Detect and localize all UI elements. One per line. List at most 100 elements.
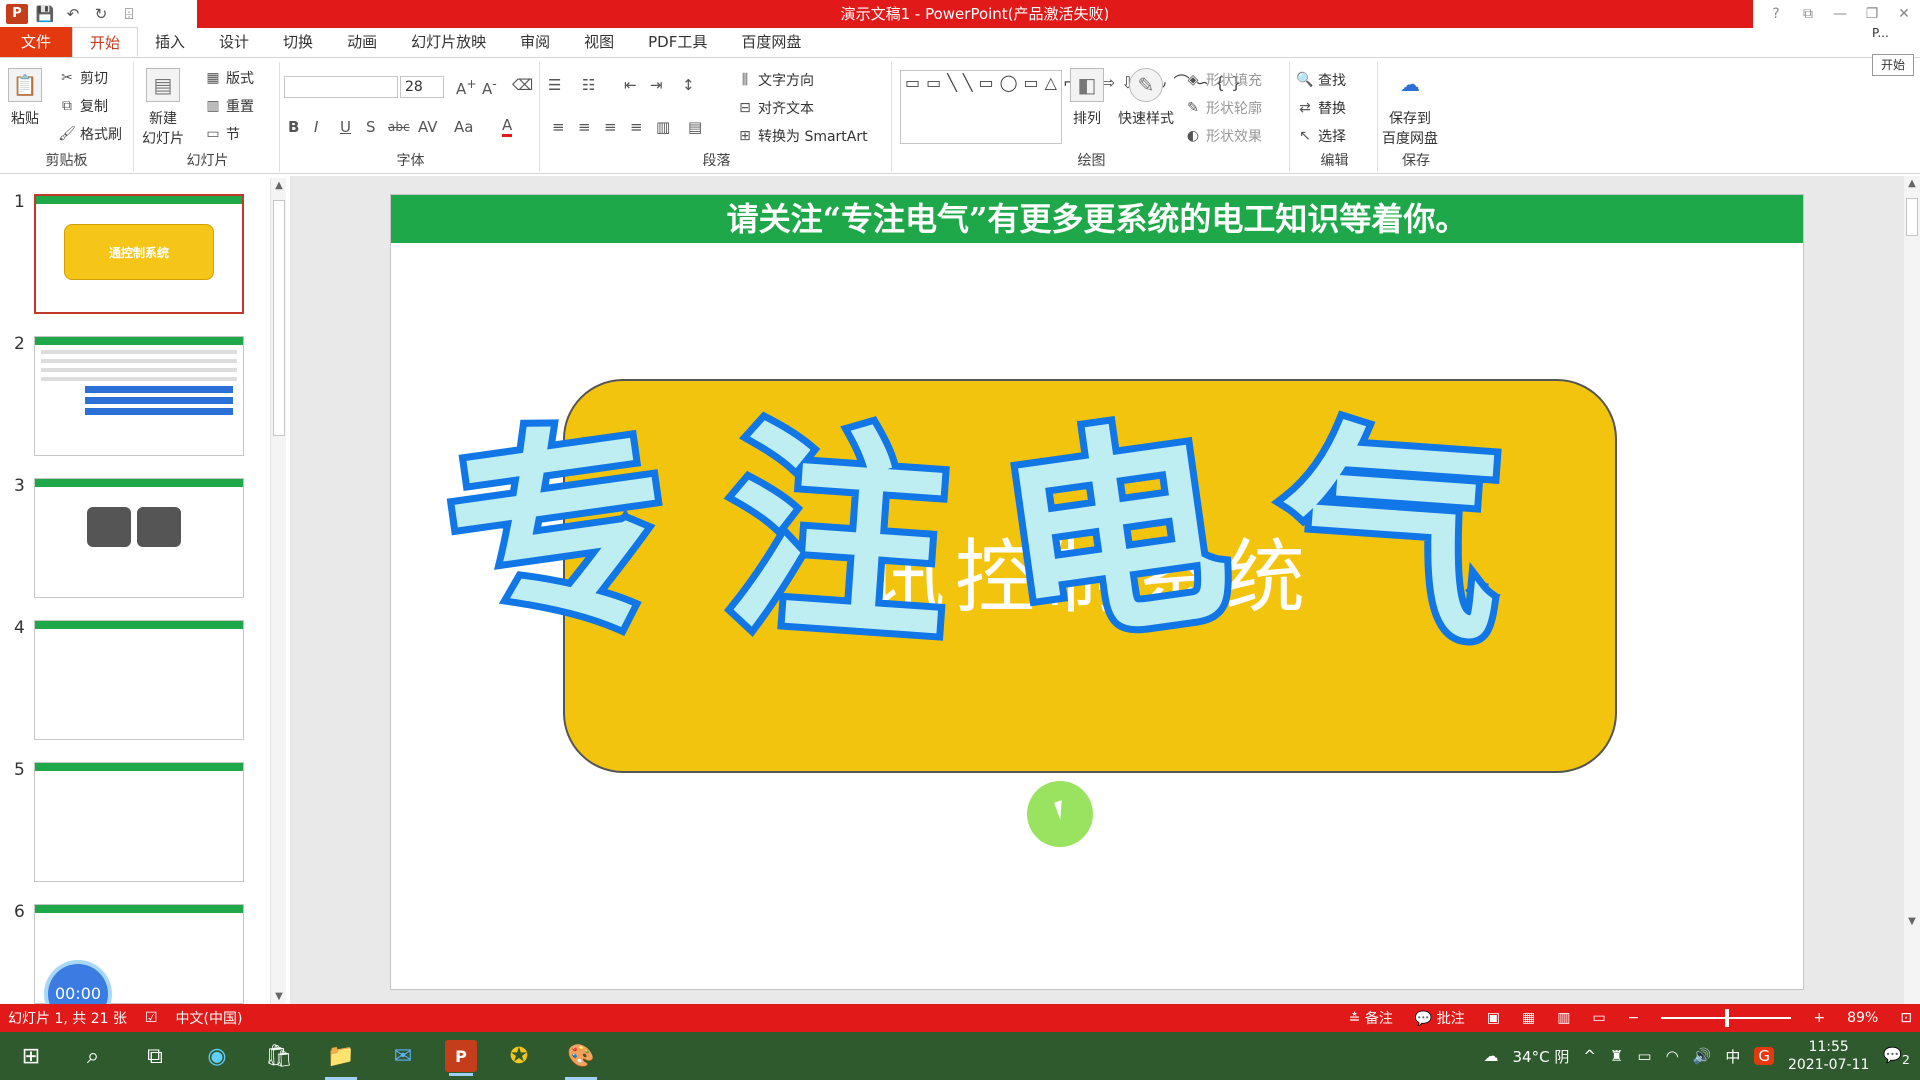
tab-baidu-disk[interactable]: 百度网盘 xyxy=(724,27,818,57)
shape-effects-button[interactable]: ◐ 形状效果 xyxy=(1184,126,1262,146)
ime-indicator[interactable]: 中 xyxy=(1725,1046,1740,1067)
tab-pdf-tools[interactable]: PDF工具 xyxy=(631,27,724,57)
text-direction-button[interactable]: ⫼ 文字方向 xyxy=(736,70,814,90)
clock[interactable]: 11:55 2021-07-11 xyxy=(1788,1038,1869,1074)
justify-icon[interactable]: ≡ xyxy=(630,118,643,136)
zoom-slider[interactable] xyxy=(1661,1009,1792,1027)
thumbnail-slide-1[interactable]: 通控制系统 xyxy=(34,194,244,314)
present-icon[interactable]: ⌹ xyxy=(118,4,140,24)
task-view-icon[interactable]: ⧉ xyxy=(135,1036,175,1076)
zoom-level[interactable]: 89% xyxy=(1847,1010,1878,1026)
strikethrough-button[interactable]: abc xyxy=(388,120,410,134)
shape-fill-button[interactable]: ◈ 形状填充 xyxy=(1184,70,1262,90)
shadow-button[interactable]: S xyxy=(366,118,376,136)
zoom-in-icon[interactable]: + xyxy=(1813,1010,1825,1026)
notification-icon[interactable]: 💬2 xyxy=(1883,1046,1910,1067)
reading-view-icon[interactable]: ▥ xyxy=(1557,1010,1570,1026)
thumbnail-slide-3[interactable] xyxy=(34,478,244,598)
columns-icon[interactable]: ▤ xyxy=(688,118,702,136)
numbering-icon[interactable]: ☷ xyxy=(582,76,595,94)
help-icon[interactable]: ? xyxy=(1760,0,1792,28)
select-button[interactable]: ↖ 选择 xyxy=(1296,126,1346,146)
thumbnail-slide-5[interactable] xyxy=(34,762,244,882)
ribbon-display-icon[interactable]: ⧉ xyxy=(1792,0,1824,28)
edge-icon[interactable]: ◉ xyxy=(197,1036,237,1076)
clear-format-icon[interactable]: ⌫ xyxy=(512,76,533,94)
tab-review[interactable]: 审阅 xyxy=(503,27,567,57)
find-button[interactable]: 🔍 查找 xyxy=(1296,70,1346,90)
paste-button[interactable]: 📋 粘贴 xyxy=(8,68,42,128)
layout-button[interactable]: ▦ 版式 xyxy=(204,68,254,88)
slide-banner[interactable]: 请关注“专注电气”有更多更系统的电工知识等着你。 xyxy=(391,195,1803,243)
redo-icon[interactable]: ↻ xyxy=(90,4,112,24)
windows-start-icon[interactable]: ⊞ xyxy=(11,1036,51,1076)
current-slide[interactable]: 请关注“专注电气”有更多更系统的电工知识等着你。 讯控制系统 专 注 电 气 xyxy=(390,194,1804,990)
shapes-gallery[interactable]: ▭▭╲╲▭◯▭△⌐⌐⇨⇩⌜∿⌒∽{} xyxy=(900,70,1241,144)
minimize-icon[interactable]: — xyxy=(1824,0,1856,28)
normal-view-icon[interactable]: ▣ xyxy=(1487,1010,1500,1026)
align-center-icon[interactable]: ≡ xyxy=(578,118,591,136)
battery-icon[interactable]: ▭ xyxy=(1637,1047,1651,1065)
paint-app-icon[interactable]: 🎨 xyxy=(561,1036,601,1080)
quick-styles-button[interactable]: ✎ 快速样式 xyxy=(1118,68,1174,128)
app-icon[interactable]: ✪ xyxy=(499,1036,539,1076)
slideshow-view-icon[interactable]: ▭ xyxy=(1592,1010,1605,1026)
search-icon[interactable]: ⌕ xyxy=(73,1036,113,1076)
align-left-icon[interactable]: ≡ xyxy=(552,118,565,136)
mini-window-label[interactable]: P... xyxy=(1872,26,1914,48)
store-icon[interactable]: 🛍 xyxy=(259,1036,299,1076)
replace-button[interactable]: ⇄ 替换 xyxy=(1296,98,1346,118)
align-right-icon[interactable]: ≡ xyxy=(604,118,617,136)
tab-animations[interactable]: 动画 xyxy=(330,27,394,57)
distributed-icon[interactable]: ▥ xyxy=(656,118,670,136)
scroll-thumb[interactable] xyxy=(1906,198,1918,236)
scroll-up-icon[interactable]: ▲ xyxy=(271,180,287,191)
tab-home[interactable]: 开始 xyxy=(72,27,139,57)
tab-slideshow[interactable]: 幻灯片放映 xyxy=(394,27,503,57)
show-hidden-icon[interactable]: ^ xyxy=(1583,1047,1596,1065)
zoom-slider-thumb[interactable] xyxy=(1725,1009,1730,1027)
save-icon[interactable]: 💾 xyxy=(34,4,56,24)
volume-icon[interactable]: 🔊 xyxy=(1693,1047,1712,1065)
tab-insert[interactable]: 插入 xyxy=(138,27,202,57)
start-side-button[interactable]: 开始 xyxy=(1872,54,1914,76)
tab-design[interactable]: 设计 xyxy=(202,27,266,57)
input-method-icon[interactable]: G xyxy=(1754,1047,1774,1065)
shape-outline-button[interactable]: ✎ 形状轮廓 xyxy=(1184,98,1262,118)
section-button[interactable]: ▭ 节 xyxy=(204,124,240,144)
font-name-input[interactable] xyxy=(284,76,398,98)
restore-icon[interactable]: ❐ xyxy=(1856,0,1888,28)
mail-app-icon[interactable]: ✉ xyxy=(383,1036,423,1076)
file-explorer-icon[interactable]: 📁 xyxy=(321,1036,361,1080)
bullets-icon[interactable]: ☰ xyxy=(548,76,561,94)
save-baidu-button[interactable]: ☁ 保存到 百度网盘 xyxy=(1382,68,1438,148)
scroll-down-icon[interactable]: ▼ xyxy=(1904,916,1920,927)
close-icon[interactable]: ✕ xyxy=(1888,0,1920,28)
cut-button[interactable]: ✂ 剪切 xyxy=(58,68,108,88)
align-text-button[interactable]: ⊟ 对齐文本 xyxy=(736,98,814,118)
undo-icon[interactable]: ↶ xyxy=(62,4,84,24)
zoom-out-icon[interactable]: − xyxy=(1628,1010,1640,1026)
grow-font-icon[interactable]: A+ xyxy=(456,76,477,98)
notes-button[interactable]: ≛ 备注 xyxy=(1349,1008,1393,1028)
security-icon[interactable]: ♜ xyxy=(1610,1047,1623,1065)
line-spacing-icon[interactable]: ↕ xyxy=(682,76,695,94)
spellcheck-icon[interactable]: ☑ xyxy=(145,1010,158,1026)
bold-button[interactable]: B xyxy=(288,118,299,136)
arrange-button[interactable]: ◧ 排列 xyxy=(1070,68,1104,128)
thumbnail-scrollbar[interactable]: ▲ ▼ xyxy=(270,178,286,1004)
slide-sorter-icon[interactable]: ▦ xyxy=(1522,1010,1535,1026)
char-spacing-button[interactable]: AV xyxy=(418,118,438,136)
tab-file[interactable]: 文件 xyxy=(0,27,72,57)
scroll-down-icon[interactable]: ▼ xyxy=(271,991,287,1002)
italic-button[interactable]: I xyxy=(314,118,318,136)
powerpoint-taskbar-icon[interactable]: P xyxy=(445,1040,477,1076)
wifi-icon[interactable]: ◠ xyxy=(1666,1047,1679,1065)
scroll-thumb[interactable] xyxy=(273,200,285,436)
font-size-input[interactable]: 28 xyxy=(400,76,444,98)
reset-button[interactable]: ▥ 重置 xyxy=(204,96,254,116)
decrease-indent-icon[interactable]: ⇤ xyxy=(624,76,637,94)
tab-transitions[interactable]: 切换 xyxy=(266,27,330,57)
language-indicator[interactable]: 中文(中国) xyxy=(176,1008,243,1028)
new-slide-button[interactable]: ▤ 新建 幻灯片 xyxy=(142,68,184,148)
